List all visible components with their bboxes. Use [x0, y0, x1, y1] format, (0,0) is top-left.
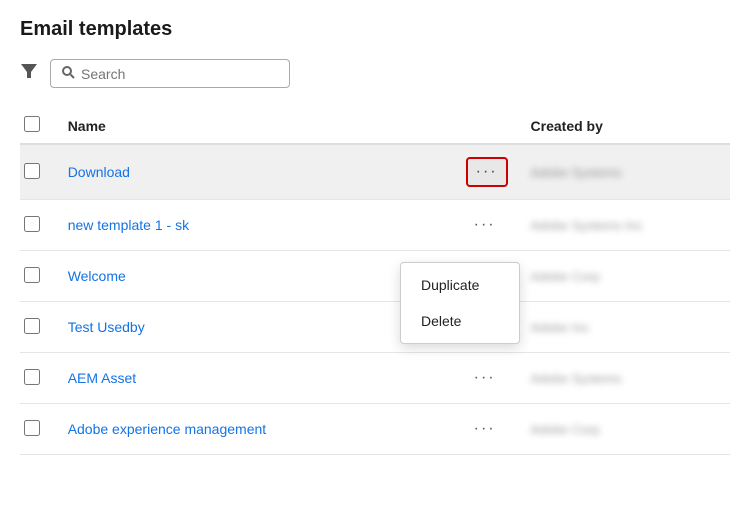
search-input[interactable] [81, 66, 279, 82]
page-container: Email templates Name [0, 0, 750, 514]
row-created-by-cell: Adobe Corp [521, 251, 730, 302]
table-row: Download ··· Adobe Systems [20, 144, 730, 200]
toolbar [20, 59, 730, 88]
row-actions-cell: ··· [456, 144, 521, 200]
row-checkbox-cell [20, 353, 58, 404]
created-by-value: Adobe Systems [531, 165, 622, 180]
ellipsis-button[interactable]: ··· [466, 212, 504, 238]
dropdown-item-duplicate[interactable]: Duplicate [401, 267, 519, 303]
template-name-link[interactable]: new template 1 - sk [68, 217, 189, 233]
search-box [50, 59, 290, 88]
row-checkbox-cell [20, 404, 58, 455]
dropdown-menu: Duplicate Delete [400, 262, 520, 344]
ellipsis-button[interactable]: ··· [466, 416, 504, 442]
row-name-cell: Welcome [58, 251, 456, 302]
template-name-link[interactable]: Adobe experience management [68, 421, 266, 437]
row-created-by-cell: Adobe Inc [521, 302, 730, 353]
row-checkbox[interactable] [24, 163, 40, 179]
template-name-link[interactable]: Test Usedby [68, 319, 145, 335]
row-created-by-cell: Adobe Systems Inc [521, 200, 730, 251]
templates-table: Name Created by Download ··· Adobe Systems… [20, 108, 730, 455]
row-name-cell: new template 1 - sk [58, 200, 456, 251]
row-actions-cell: ··· [456, 200, 521, 251]
row-checkbox-cell [20, 200, 58, 251]
row-actions-cell: ··· [456, 353, 521, 404]
row-created-by-cell: Adobe Systems [521, 144, 730, 200]
template-name-link[interactable]: Download [68, 164, 130, 180]
row-checkbox[interactable] [24, 267, 40, 283]
table-header-row: Name Created by [20, 108, 730, 144]
dropdown-item-delete[interactable]: Delete [401, 303, 519, 339]
ellipsis-button-active[interactable]: ··· [466, 157, 508, 187]
table-row: Test Usedby···Adobe Inc [20, 302, 730, 353]
header-name: Name [58, 108, 456, 144]
row-name-cell: Test Usedby [58, 302, 456, 353]
created-by-value: Adobe Corp [531, 269, 600, 284]
header-checkbox-cell [20, 108, 58, 144]
created-by-value: Adobe Systems Inc [531, 218, 643, 233]
row-created-by-cell: Adobe Corp [521, 404, 730, 455]
row-checkbox[interactable] [24, 420, 40, 436]
header-created-by: Created by [521, 108, 730, 144]
ellipsis-button[interactable]: ··· [466, 365, 504, 391]
table-row: AEM Asset ··· Adobe Systems [20, 353, 730, 404]
row-actions-cell: ··· [456, 404, 521, 455]
table-row: Welcome···Adobe Corp [20, 251, 730, 302]
row-checkbox[interactable] [24, 318, 40, 334]
table-row: Adobe experience management ··· Adobe Corp [20, 404, 730, 455]
page-title: Email templates [20, 18, 730, 41]
row-checkbox-cell [20, 302, 58, 353]
row-checkbox[interactable] [24, 216, 40, 232]
row-checkbox-cell [20, 251, 58, 302]
row-name-cell: Adobe experience management [58, 404, 456, 455]
created-by-value: Adobe Corp [531, 422, 600, 437]
created-by-value: Adobe Inc [531, 320, 590, 335]
row-checkbox[interactable] [24, 369, 40, 385]
header-actions [456, 108, 521, 144]
template-name-link[interactable]: AEM Asset [68, 370, 136, 386]
select-all-checkbox[interactable] [24, 116, 40, 132]
table-body: Download ··· Adobe Systems new template 1 -… [20, 144, 730, 455]
row-name-cell: AEM Asset [58, 353, 456, 404]
row-name-cell: Download [58, 144, 456, 200]
search-icon [61, 65, 75, 82]
table-row: new template 1 - sk ··· Adobe Systems Inc [20, 200, 730, 251]
created-by-value: Adobe Systems [531, 371, 622, 386]
row-checkbox-cell [20, 144, 58, 200]
row-created-by-cell: Adobe Systems [521, 353, 730, 404]
template-name-link[interactable]: Welcome [68, 268, 126, 284]
filter-icon[interactable] [20, 62, 38, 85]
